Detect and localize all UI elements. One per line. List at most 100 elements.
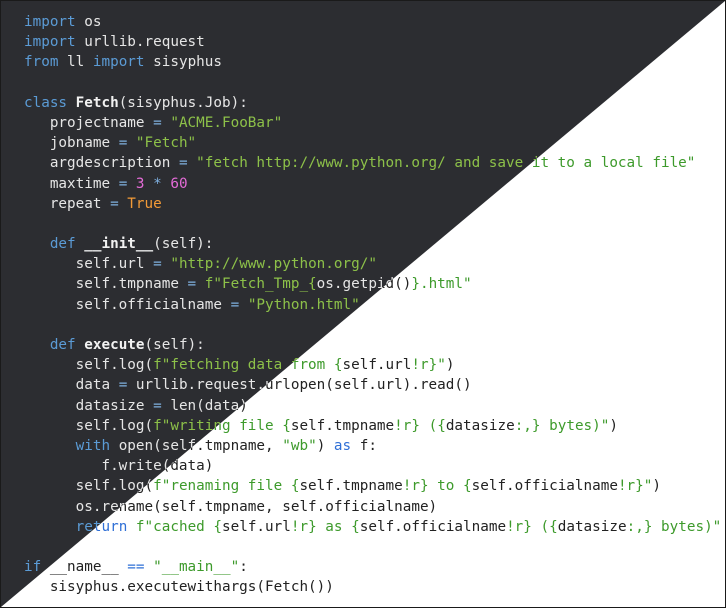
code-token: self.officialname [24,296,231,313]
string-token: !r}" [617,478,653,495]
code-token: ll [58,54,93,71]
code-token: (sisyphus.Job): [118,94,248,111]
code-token: self.url [24,256,154,273]
code-line: return f"cached {self.url!r} as {self.of… [24,517,725,537]
code-line: sisyphus.executewithargs(Fetch()) [24,577,725,597]
code-token: ) [445,357,455,374]
operator-token: = [118,175,128,192]
code-token: self.url [342,357,412,374]
code-line: from ll import sisyphus [24,52,725,72]
operator-token: = [178,155,188,172]
name-token: execute [84,337,145,353]
code-token: projectname [24,114,154,131]
keyword-token: from [24,54,59,71]
string-token: "wb" [282,437,317,454]
operator-token: = [118,377,128,394]
code-token: sisyphus.executewithargs(Fetch()) [24,579,334,596]
operator-token: = [230,296,240,313]
code-token: argdescription [24,155,179,172]
keyword-token: import [92,54,145,71]
code-token: self.log( [24,417,154,434]
operator-token: = [153,114,162,131]
string-token: f"Fetch_Tmp_{ [204,276,317,293]
code-token: self.officialname [471,478,618,495]
string-token: !r} to { [402,478,472,495]
keyword-token: class [24,94,68,111]
operator-token: == [127,559,145,576]
string-token: :,} bytes)" [626,518,722,535]
name-token: __init__ [84,236,154,253]
string-token: !r} as { [290,518,360,535]
string-token: "__main__" [153,559,240,576]
code-token: self.officialname [359,518,507,535]
code-token: datasize [445,417,515,434]
keyword-token: with [75,437,111,454]
string-token: !r}" [411,357,446,374]
string-token: "Python.html" [247,296,360,313]
string-token: !r} ({ [506,518,558,535]
keyword-token: def [49,236,76,253]
code-line: if __name__ == "__main__": [24,557,725,577]
keyword-token: as [333,437,352,454]
code-token: ) [316,437,334,454]
string-token: }.html" [411,276,472,293]
keyword-token: if [24,559,42,576]
code-line: import urllib.request [24,32,725,52]
code-token: ) [609,417,618,434]
operator-token: = [187,276,197,293]
code-line: import os [24,12,725,32]
string-token: :,} bytes)" [514,417,610,434]
code-token: repeat [24,195,111,212]
code-token: self.url [222,518,291,535]
code-token: : [239,559,248,576]
keyword-token: import [24,34,76,51]
code-token: self.tmpname [290,417,395,434]
string-token: !r} ({ [394,417,446,434]
number-token: 3 [135,175,145,192]
name-token: Fetch [75,94,119,111]
code-token: self.tmpname [299,478,403,495]
code-token: self.tmpname [24,276,188,293]
code-token: sisyphus [144,54,222,71]
constant-token: True [127,195,162,212]
code-token: maxtime [24,175,119,192]
code-screenshot: import os import urllib.request from ll im… [0,0,726,608]
code-token: self.log( [24,478,154,495]
operator-token: * [153,175,162,192]
code-token: os [75,14,102,30]
code-token: jobname [24,135,119,152]
code-token: (self): [153,236,214,253]
string-token: f"renaming file { [153,478,300,495]
string-token: "ACME.FooBar" [170,114,283,131]
code-token: self.log( [24,357,154,374]
number-token: 60 [170,175,188,192]
code-token: f: [351,437,377,454]
operator-token: = [110,195,119,212]
operator-token: = [153,397,162,414]
operator-token: = [153,256,162,273]
keyword-token: import [24,14,76,30]
code-token: (self): [144,337,205,353]
code-token: len(data) [161,397,248,414]
code-token: datasize [557,518,627,535]
string-token: f"cached { [135,518,222,535]
code-token: datasize [24,397,154,414]
operator-token: = [118,135,128,152]
string-token: "Fetch" [135,135,197,152]
